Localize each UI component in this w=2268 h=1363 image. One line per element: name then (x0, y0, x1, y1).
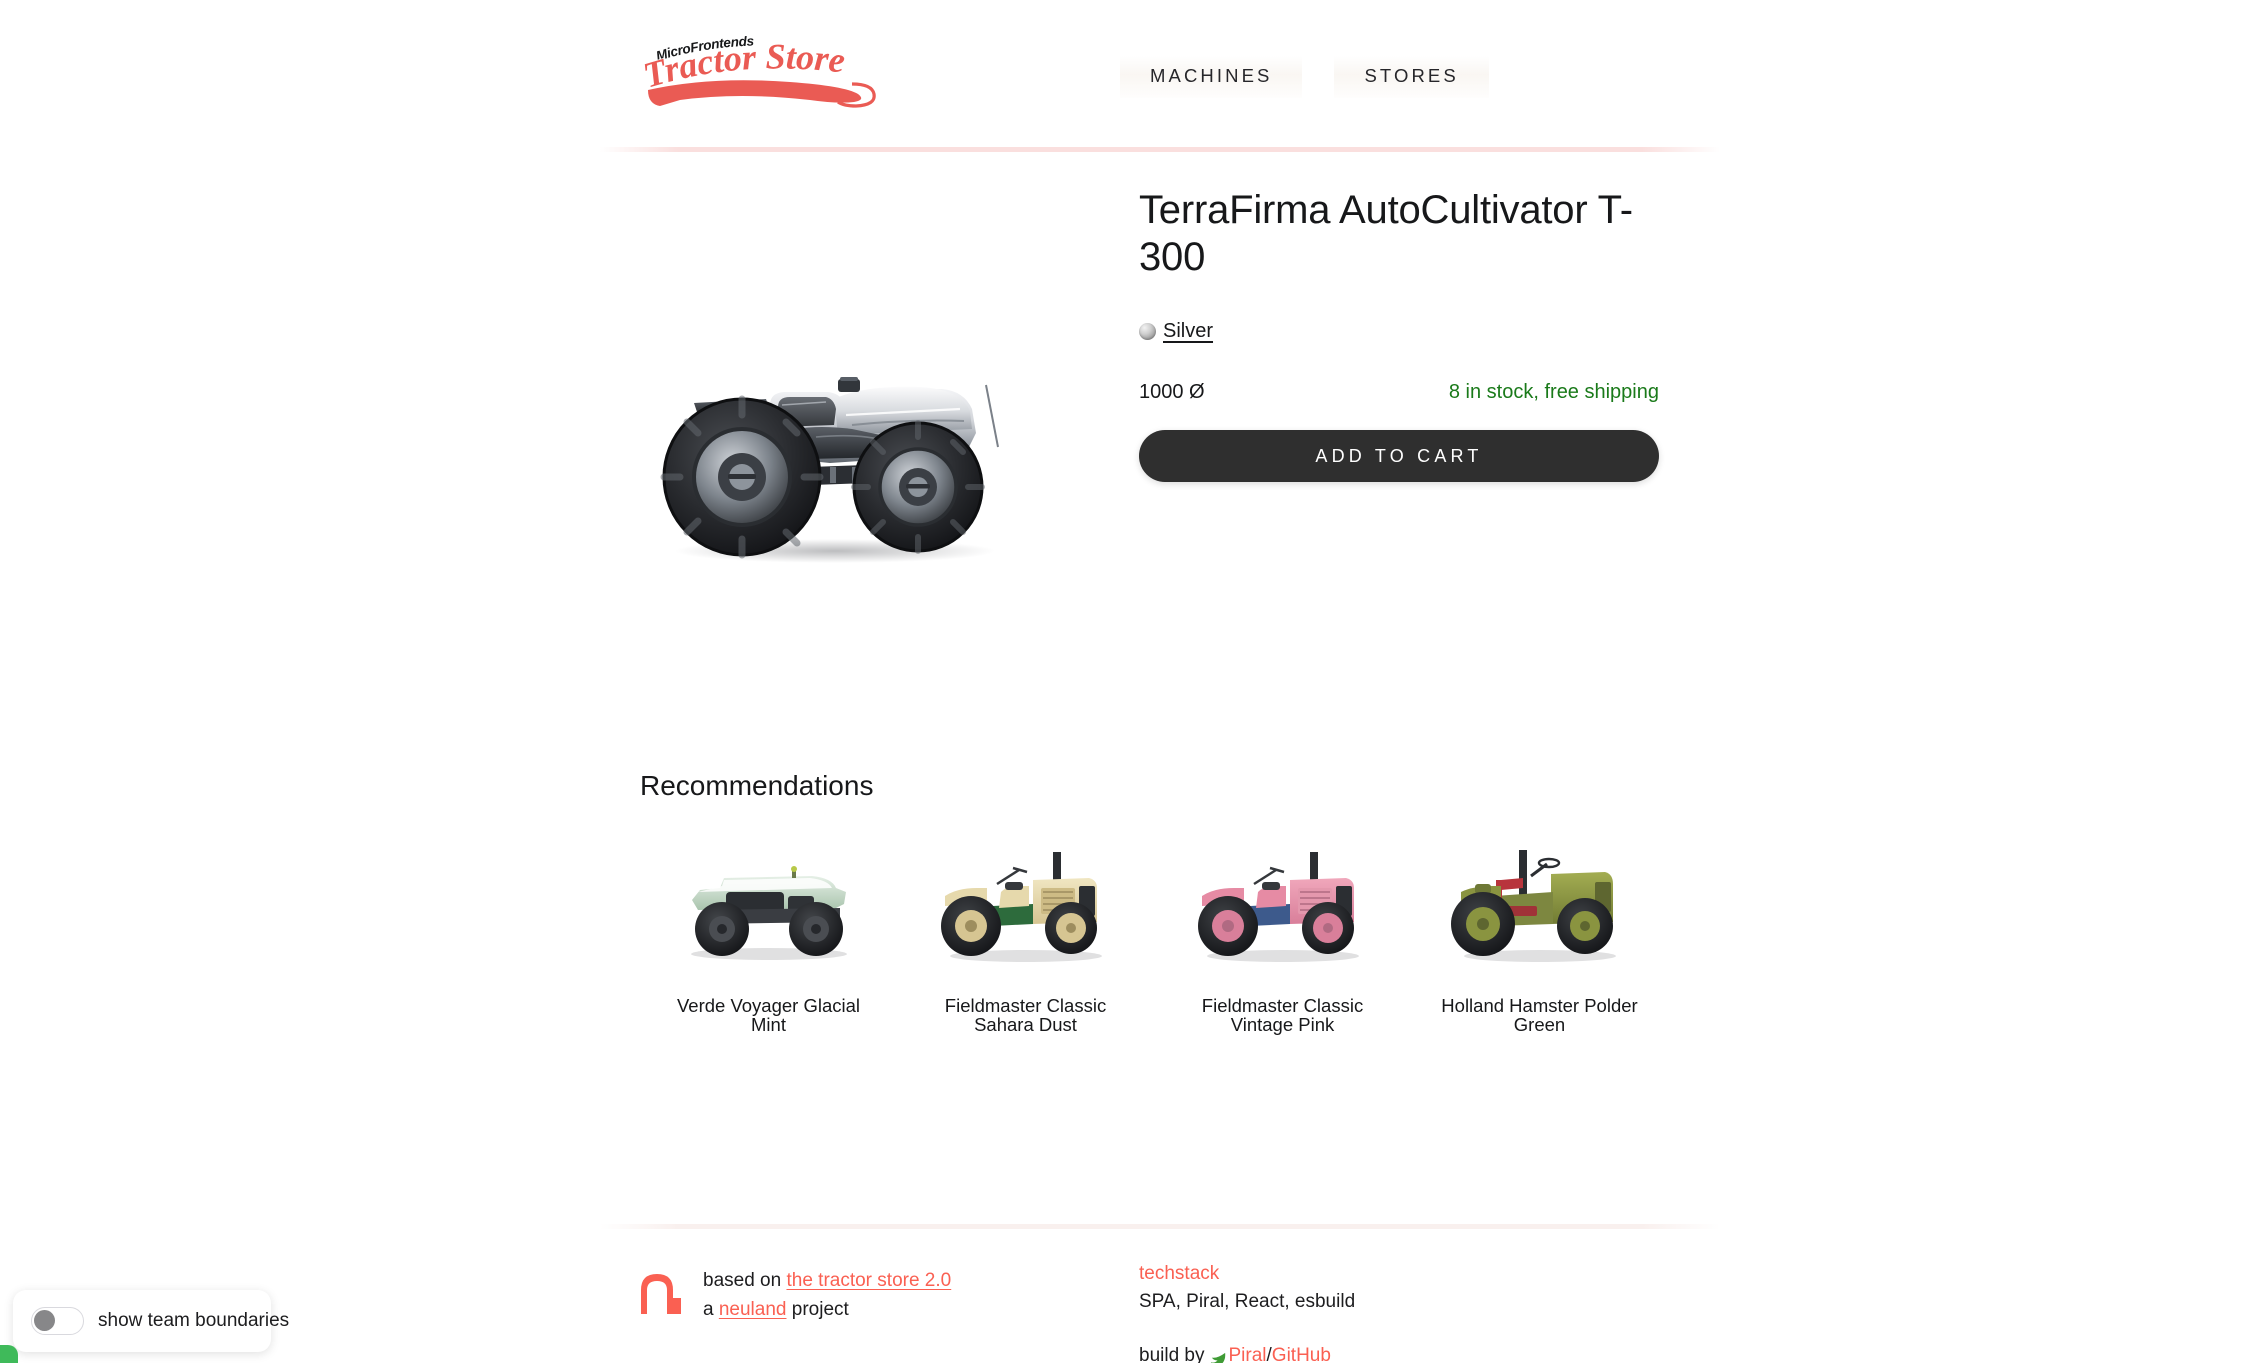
price-stock-row: 1000 Ø 8 in stock, free shipping (1139, 381, 1659, 404)
recommendation-image-1 (940, 852, 1102, 962)
corner-indicator (0, 1345, 18, 1363)
recommendation-name-2: Fieldmaster Classic Vintage Pink (1201, 995, 1364, 1035)
recommendation-image-2 (1197, 852, 1359, 962)
footer-right-block: techstack SPA, Piral, React, esbuild bui… (1139, 1260, 1355, 1363)
footer-left-block: based on the tractor store 2.0 a neuland… (637, 1266, 951, 1324)
product-title: TerraFirma AutoCultivator T-300 (1139, 188, 1633, 279)
techstack-heading: techstack (1139, 1263, 1220, 1284)
nav-item-machines[interactable]: MACHINES (1120, 56, 1303, 98)
neuland-logo-icon (641, 1274, 681, 1314)
variant-link-silver[interactable]: Silver (1163, 320, 1213, 343)
project-prefix: a (703, 1299, 719, 1320)
recommendation-image-3 (1450, 850, 1616, 962)
based-on-prefix: based on (703, 1270, 787, 1291)
footer-credits: based on the tractor store 2.0 a neuland… (703, 1266, 951, 1324)
github-link[interactable]: GitHub (1272, 1342, 1331, 1363)
add-to-cart-button[interactable]: ADD TO CART (1139, 430, 1659, 482)
product-image-graphic (660, 377, 999, 563)
recommendation-card-1[interactable]: Fieldmaster Classic Sahara Dust (897, 830, 1154, 1034)
nav-spacer (1302, 56, 1334, 98)
piral-leaf-icon (1210, 1352, 1225, 1363)
variant-swatch-icon (1139, 323, 1156, 340)
toggle-knob (34, 1310, 55, 1331)
team-boundaries-label: show team boundaries (98, 1310, 290, 1331)
recommendation-card-3[interactable]: Holland Hamster Polder Green (1411, 830, 1668, 1034)
recommendation-name-0: Verde Voyager Glacial Mint (676, 995, 861, 1035)
variant-selector: Silver (1139, 320, 1659, 343)
neuland-link[interactable]: neuland (719, 1299, 787, 1320)
build-by-line: build by Piral / GitHub (1139, 1342, 1355, 1363)
show-team-boundaries-toggle[interactable] (31, 1307, 84, 1335)
product-info: TerraFirma AutoCultivator T-300 Silver 1… (1139, 187, 1659, 482)
recommendation-card-2[interactable]: Fieldmaster Classic Vintage Pink (1154, 830, 1411, 1034)
tractor-store-link[interactable]: the tractor store 2.0 (786, 1270, 951, 1291)
site-header: MicroFrontends Tractor Store MACHINES ST… (0, 0, 2268, 152)
recommendations-section: Recommendations Verde Voyager Glacial Mi… (640, 770, 1670, 1034)
product-image[interactable] (620, 337, 1040, 577)
project-suffix: project (786, 1299, 849, 1320)
nav-item-stores[interactable]: STORES (1334, 56, 1489, 98)
footer-based-on-line: based on the tractor store 2.0 (703, 1266, 951, 1295)
stock-status: 8 in stock, free shipping (1448, 381, 1659, 403)
recommendation-name-3: Holland Hamster Polder Green (1441, 995, 1638, 1035)
build-by-prefix: build by (1139, 1345, 1205, 1363)
logo-graphic: MicroFrontends Tractor Store (638, 33, 876, 108)
product-price: 1000 Ø (1139, 381, 1205, 403)
recommendation-card-0[interactable]: Verde Voyager Glacial Mint (640, 830, 897, 1034)
main-nav: MACHINES STORES (1120, 56, 1489, 98)
footer-project-line: a neuland project (703, 1295, 951, 1324)
techstack-value: SPA, Piral, React, esbuild (1139, 1291, 1356, 1312)
piral-link[interactable]: Piral (1229, 1342, 1267, 1363)
recommendation-image-0 (690, 866, 847, 960)
page-root: MicroFrontends Tractor Store MACHINES ST… (0, 0, 2268, 1363)
product-detail: TerraFirma AutoCultivator T-300 Silver 1… (0, 152, 2268, 762)
site-logo[interactable]: MicroFrontends Tractor Store (638, 28, 915, 110)
footer-divider (600, 1224, 1720, 1229)
recommendations-grid: Verde Voyager Glacial Mint Fieldmaster C… (640, 830, 1670, 1034)
recommendation-name-1: Fieldmaster Classic Sahara Dust (944, 995, 1107, 1035)
team-boundaries-widget: show team boundaries (13, 1290, 289, 1352)
recommendations-title: Recommendations (640, 770, 874, 801)
